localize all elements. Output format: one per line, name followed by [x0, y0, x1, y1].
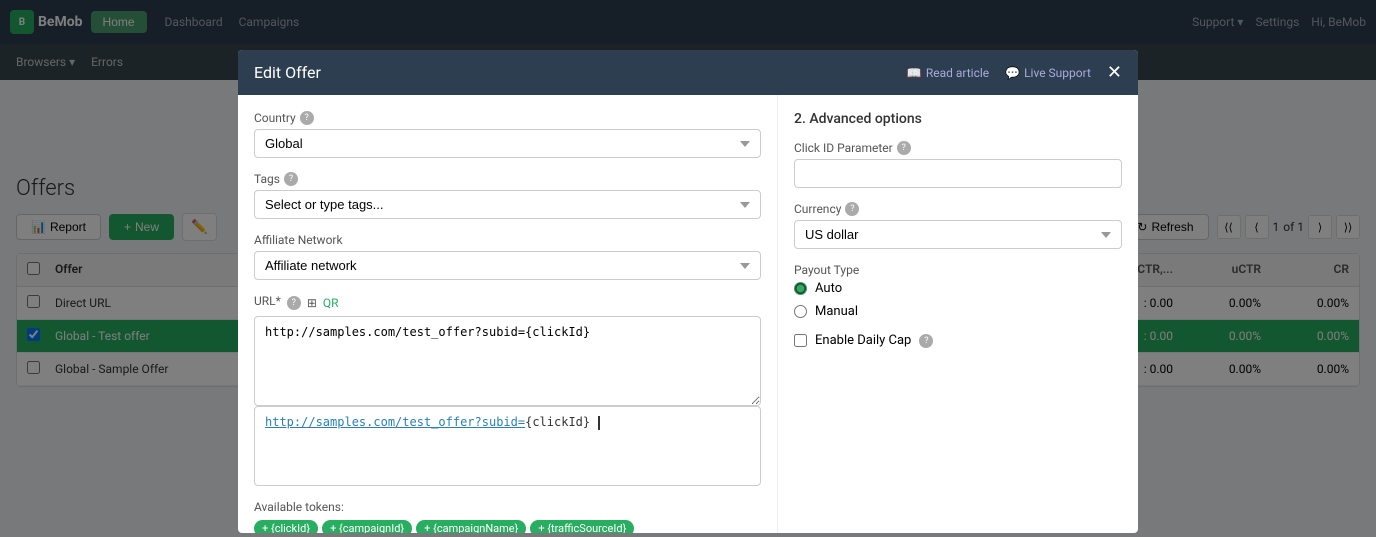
url-label-row: URL* ? ⊞ QR — [254, 294, 761, 312]
modal-overlay: Edit Offer 📖 Read article 💬 Live Support… — [0, 0, 1376, 537]
modal-title: Edit Offer — [254, 63, 321, 82]
grid-icon: ⊞ — [307, 296, 317, 310]
tokens-label: Available tokens: — [254, 500, 761, 514]
url-help-icon[interactable]: ? — [287, 296, 301, 310]
cursor — [598, 416, 600, 430]
live-support-link[interactable]: 💬 Live Support — [1005, 66, 1091, 80]
modal-close-button[interactable]: ✕ — [1107, 62, 1122, 83]
token-badge[interactable]: + {clickId} — [254, 520, 318, 533]
tokens-list: + {clickId} + {campaignId} + {campaignName… — [254, 520, 761, 533]
daily-cap-help-icon[interactable]: ? — [919, 334, 933, 348]
currency-group: Currency ? US dollar — [794, 202, 1122, 249]
book-icon: 📖 — [907, 66, 922, 80]
currency-select[interactable]: US dollar — [794, 220, 1122, 249]
country-group: Country ? Global — [254, 111, 761, 158]
url-display[interactable]: http://samples.com/test_offer?subid={cli… — [254, 406, 761, 486]
token-badge[interactable]: + {campaignName} — [416, 520, 526, 533]
country-select[interactable]: Global — [254, 129, 761, 158]
modal-header-actions: 📖 Read article 💬 Live Support ✕ — [907, 62, 1122, 83]
click-id-input[interactable] — [794, 159, 1122, 188]
modal-left-panel: Country ? Global Tags ? Select or type t… — [238, 95, 778, 533]
payout-auto-radio[interactable] — [794, 282, 807, 295]
click-id-group: Click ID Parameter ? — [794, 141, 1122, 188]
read-article-link[interactable]: 📖 Read article — [907, 66, 989, 80]
tags-help-icon[interactable]: ? — [284, 172, 298, 186]
currency-help-icon[interactable]: ? — [845, 202, 859, 216]
tags-label: Tags ? — [254, 172, 761, 186]
payout-manual-radio[interactable] — [794, 305, 807, 318]
modal-body: Country ? Global Tags ? Select or type t… — [238, 95, 1138, 533]
url-token: {clickId} — [525, 415, 590, 429]
qr-link[interactable]: QR — [323, 296, 339, 310]
currency-label: Currency ? — [794, 202, 1122, 216]
edit-offer-modal: Edit Offer 📖 Read article 💬 Live Support… — [238, 50, 1138, 533]
payout-manual-label: Manual — [815, 304, 858, 319]
payout-type-group: Payout Type Auto Manual — [794, 263, 1122, 319]
advanced-options-title: 2. Advanced options — [794, 111, 1122, 127]
modal-header: Edit Offer 📖 Read article 💬 Live Support… — [238, 50, 1138, 95]
tags-group: Tags ? Select or type tags... — [254, 172, 761, 219]
chat-icon: 💬 — [1005, 66, 1020, 80]
payout-auto-option[interactable]: Auto — [794, 281, 1122, 296]
token-badge[interactable]: + {trafficSourceId} — [530, 520, 634, 533]
token-badge[interactable]: + {campaignId} — [322, 520, 412, 533]
affiliate-network-group: Affiliate Network Affiliate network — [254, 233, 761, 280]
payout-type-label: Payout Type — [794, 263, 1122, 277]
modal-right-panel: 2. Advanced options Click ID Parameter ?… — [778, 95, 1138, 533]
url-base: http://samples.com/test_offer?subid= — [265, 415, 525, 429]
payout-auto-label: Auto — [815, 281, 842, 296]
daily-cap-checkbox[interactable] — [794, 334, 807, 347]
tokens-section: Available tokens: + {clickId} + {campaign… — [254, 500, 761, 533]
daily-cap-group: Enable Daily Cap ? — [794, 333, 1122, 348]
country-help-icon[interactable]: ? — [300, 111, 314, 125]
affiliate-network-label: Affiliate Network — [254, 233, 761, 247]
affiliate-network-select[interactable]: Affiliate network — [254, 251, 761, 280]
click-id-help-icon[interactable]: ? — [897, 141, 911, 155]
click-id-label: Click ID Parameter ? — [794, 141, 1122, 155]
tags-select[interactable]: Select or type tags... — [254, 190, 761, 219]
daily-cap-label: Enable Daily Cap — [815, 333, 911, 348]
payout-radio-group: Auto Manual — [794, 281, 1122, 319]
country-label: Country ? — [254, 111, 761, 125]
url-label: URL* — [254, 294, 281, 308]
url-group: URL* ? ⊞ QR <span class="url-link">http:… — [254, 294, 761, 486]
payout-manual-option[interactable]: Manual — [794, 304, 1122, 319]
url-input[interactable]: <span class="url-link">http://samples.co… — [254, 316, 761, 406]
